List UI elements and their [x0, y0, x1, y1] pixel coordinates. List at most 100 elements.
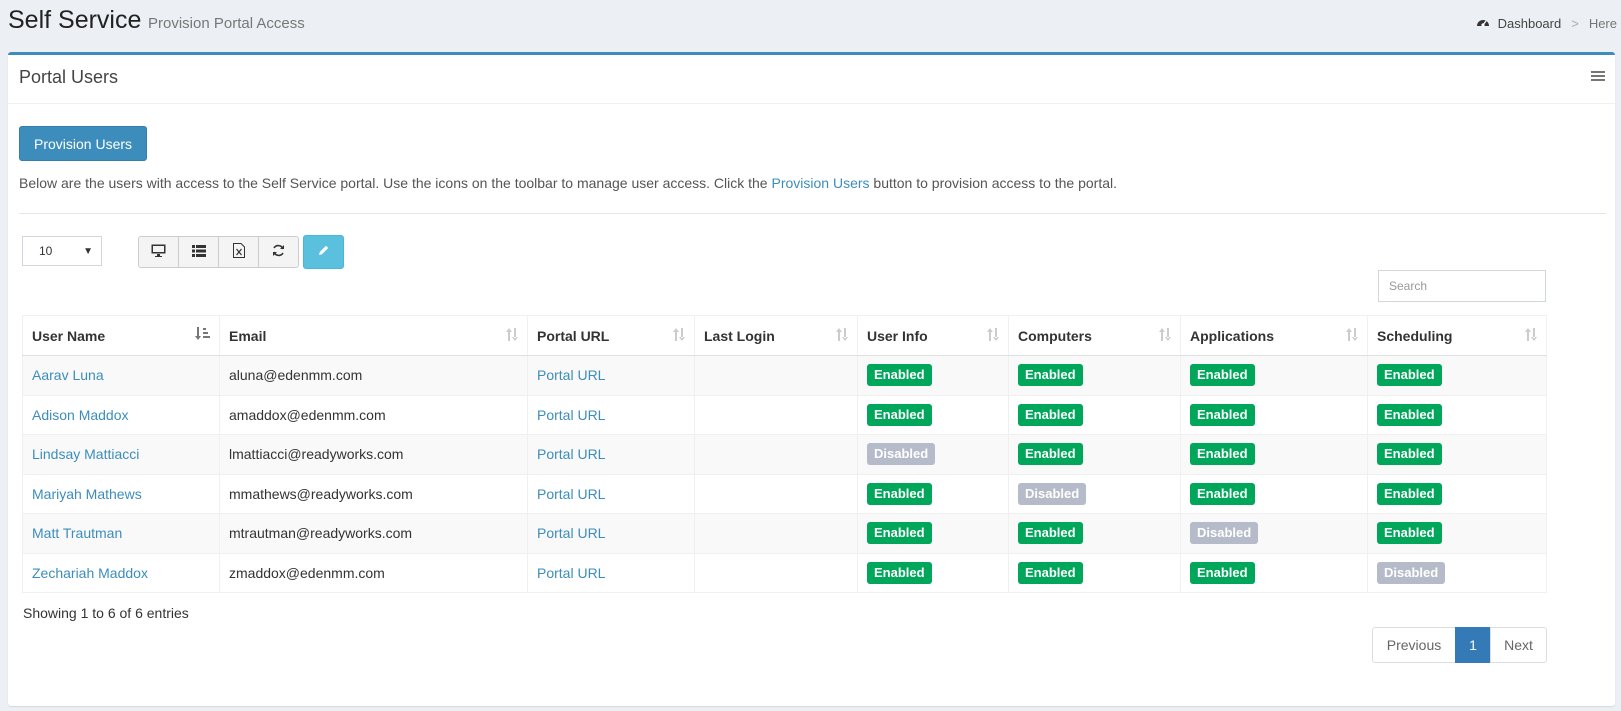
table-info: Showing 1 to 6 of 6 entries: [23, 605, 189, 621]
list-icon: [191, 244, 206, 260]
list-view-button[interactable]: [178, 236, 219, 268]
user-info-status-badge[interactable]: Enabled: [867, 403, 932, 426]
page-title: Self Service: [8, 6, 142, 34]
computers-status-badge[interactable]: Enabled: [1018, 522, 1083, 545]
column-header-portal-url[interactable]: Portal URL: [527, 315, 695, 356]
table-row: Lindsay Mattiacci lmattiacci@readyworks.…: [22, 434, 1547, 475]
last-login-cell: [694, 552, 858, 593]
column-label: Applications: [1190, 327, 1275, 344]
column-header-email[interactable]: Email: [219, 315, 528, 356]
table-header-row: User Name Email Portal URL Last Login Us…: [22, 315, 1547, 356]
column-label: Portal URL: [537, 327, 610, 344]
column-header-applications[interactable]: Applications: [1180, 315, 1368, 356]
page-subtitle: Provision Portal Access: [148, 15, 305, 32]
caret-down-icon: ▼: [83, 246, 93, 257]
column-header-user-name[interactable]: User Name: [22, 315, 220, 356]
sort-ascending-icon: [195, 327, 211, 344]
computers-status-badge[interactable]: Disabled: [1018, 482, 1087, 505]
page-size-select[interactable]: 10 ▼: [22, 236, 102, 266]
scheduling-status-badge[interactable]: Enabled: [1377, 443, 1442, 466]
user-info-status-badge[interactable]: Enabled: [867, 364, 932, 387]
user-name-link[interactable]: Zechariah Maddox: [32, 565, 148, 581]
portal-url-link[interactable]: Portal URL: [537, 525, 605, 541]
email-cell: mmathews@readyworks.com: [219, 473, 528, 514]
breadcrumb-dashboard-link[interactable]: Dashboard: [1498, 16, 1562, 31]
provision-users-link[interactable]: Provision Users: [772, 175, 870, 191]
user-name-link[interactable]: Lindsay Mattiacci: [32, 446, 139, 462]
scheduling-status-badge[interactable]: Enabled: [1377, 364, 1442, 387]
applications-status-badge[interactable]: Enabled: [1190, 561, 1255, 584]
column-header-computers[interactable]: Computers: [1008, 315, 1181, 356]
sort-icon: [505, 327, 519, 345]
column-label: Scheduling: [1377, 327, 1453, 344]
refresh-icon: [272, 244, 285, 260]
column-label: User Name: [32, 327, 106, 344]
applications-status-badge[interactable]: Disabled: [1190, 522, 1259, 545]
table-row: Zechariah Maddox zmaddox@edenmm.com Port…: [22, 552, 1547, 593]
desktop-view-button[interactable]: [138, 236, 179, 268]
current-page-button[interactable]: 1: [1455, 627, 1491, 663]
previous-page-button[interactable]: Previous: [1372, 627, 1456, 663]
hamburger-menu-icon[interactable]: [1591, 69, 1605, 85]
portal-users-box: Portal Users Provision Users Below are t…: [8, 52, 1615, 706]
email-cell: zmaddox@edenmm.com: [219, 552, 528, 593]
next-page-button[interactable]: Next: [1490, 627, 1547, 663]
user-name-link[interactable]: Aarav Luna: [32, 367, 104, 383]
last-login-cell: [694, 394, 858, 435]
applications-status-badge[interactable]: Enabled: [1190, 364, 1255, 387]
export-excel-button[interactable]: [218, 236, 259, 268]
column-label: User Info: [867, 327, 928, 344]
user-name-link[interactable]: Adison Maddox: [32, 407, 129, 423]
email-cell: mtrautman@readyworks.com: [219, 513, 528, 554]
user-name-link[interactable]: Matt Trautman: [32, 525, 122, 541]
last-login-cell: [694, 355, 858, 396]
search-input[interactable]: [1378, 270, 1546, 302]
intro-text-before: Below are the users with access to the S…: [19, 175, 772, 191]
desktop-icon: [151, 244, 166, 260]
breadcrumb-separator: >: [1571, 16, 1579, 31]
user-info-status-badge[interactable]: Enabled: [867, 482, 932, 505]
table-row: Adison Maddox amaddox@edenmm.com Portal …: [22, 394, 1547, 435]
edit-button[interactable]: [303, 235, 344, 269]
applications-status-badge[interactable]: Enabled: [1190, 403, 1255, 426]
portal-url-link[interactable]: Portal URL: [537, 367, 605, 383]
last-login-cell: [694, 434, 858, 475]
refresh-button[interactable]: [258, 236, 299, 268]
column-label: Computers: [1018, 327, 1092, 344]
user-info-status-badge[interactable]: Enabled: [867, 561, 932, 584]
computers-status-badge[interactable]: Enabled: [1018, 364, 1083, 387]
computers-status-badge[interactable]: Enabled: [1018, 443, 1083, 466]
computers-status-badge[interactable]: Enabled: [1018, 403, 1083, 426]
computers-status-badge[interactable]: Enabled: [1018, 561, 1083, 584]
breadcrumb-current: Here: [1588, 16, 1617, 31]
pagination: Previous 1 Next: [1372, 627, 1547, 663]
page-size-value: 10: [39, 244, 53, 258]
excel-icon: [232, 243, 245, 261]
portal-url-link[interactable]: Portal URL: [537, 565, 605, 581]
scheduling-status-badge[interactable]: Disabled: [1377, 561, 1446, 584]
table-row: Mariyah Mathews mmathews@readyworks.com …: [22, 473, 1547, 514]
breadcrumb: Dashboard > Here: [1476, 16, 1617, 31]
column-header-user-info[interactable]: User Info: [857, 315, 1009, 356]
email-cell: aluna@edenmm.com: [219, 355, 528, 396]
divider: [19, 213, 1606, 214]
sort-icon: [1158, 327, 1172, 345]
table-row: Aarav Luna aluna@edenmm.com Portal URL E…: [22, 355, 1547, 396]
column-header-scheduling[interactable]: Scheduling: [1367, 315, 1547, 356]
scheduling-status-badge[interactable]: Enabled: [1377, 522, 1442, 545]
column-label: Last Login: [704, 327, 775, 344]
user-name-link[interactable]: Mariyah Mathews: [32, 486, 142, 502]
user-info-status-badge[interactable]: Disabled: [867, 443, 936, 466]
applications-status-badge[interactable]: Enabled: [1190, 443, 1255, 466]
portal-url-link[interactable]: Portal URL: [537, 407, 605, 423]
intro-text: Below are the users with access to the S…: [19, 175, 1117, 191]
email-cell: lmattiacci@readyworks.com: [219, 434, 528, 475]
provision-users-button[interactable]: Provision Users: [19, 126, 147, 161]
scheduling-status-badge[interactable]: Enabled: [1377, 482, 1442, 505]
applications-status-badge[interactable]: Enabled: [1190, 482, 1255, 505]
scheduling-status-badge[interactable]: Enabled: [1377, 403, 1442, 426]
column-header-last-login[interactable]: Last Login: [694, 315, 858, 356]
portal-url-link[interactable]: Portal URL: [537, 446, 605, 462]
portal-url-link[interactable]: Portal URL: [537, 486, 605, 502]
user-info-status-badge[interactable]: Enabled: [867, 522, 932, 545]
